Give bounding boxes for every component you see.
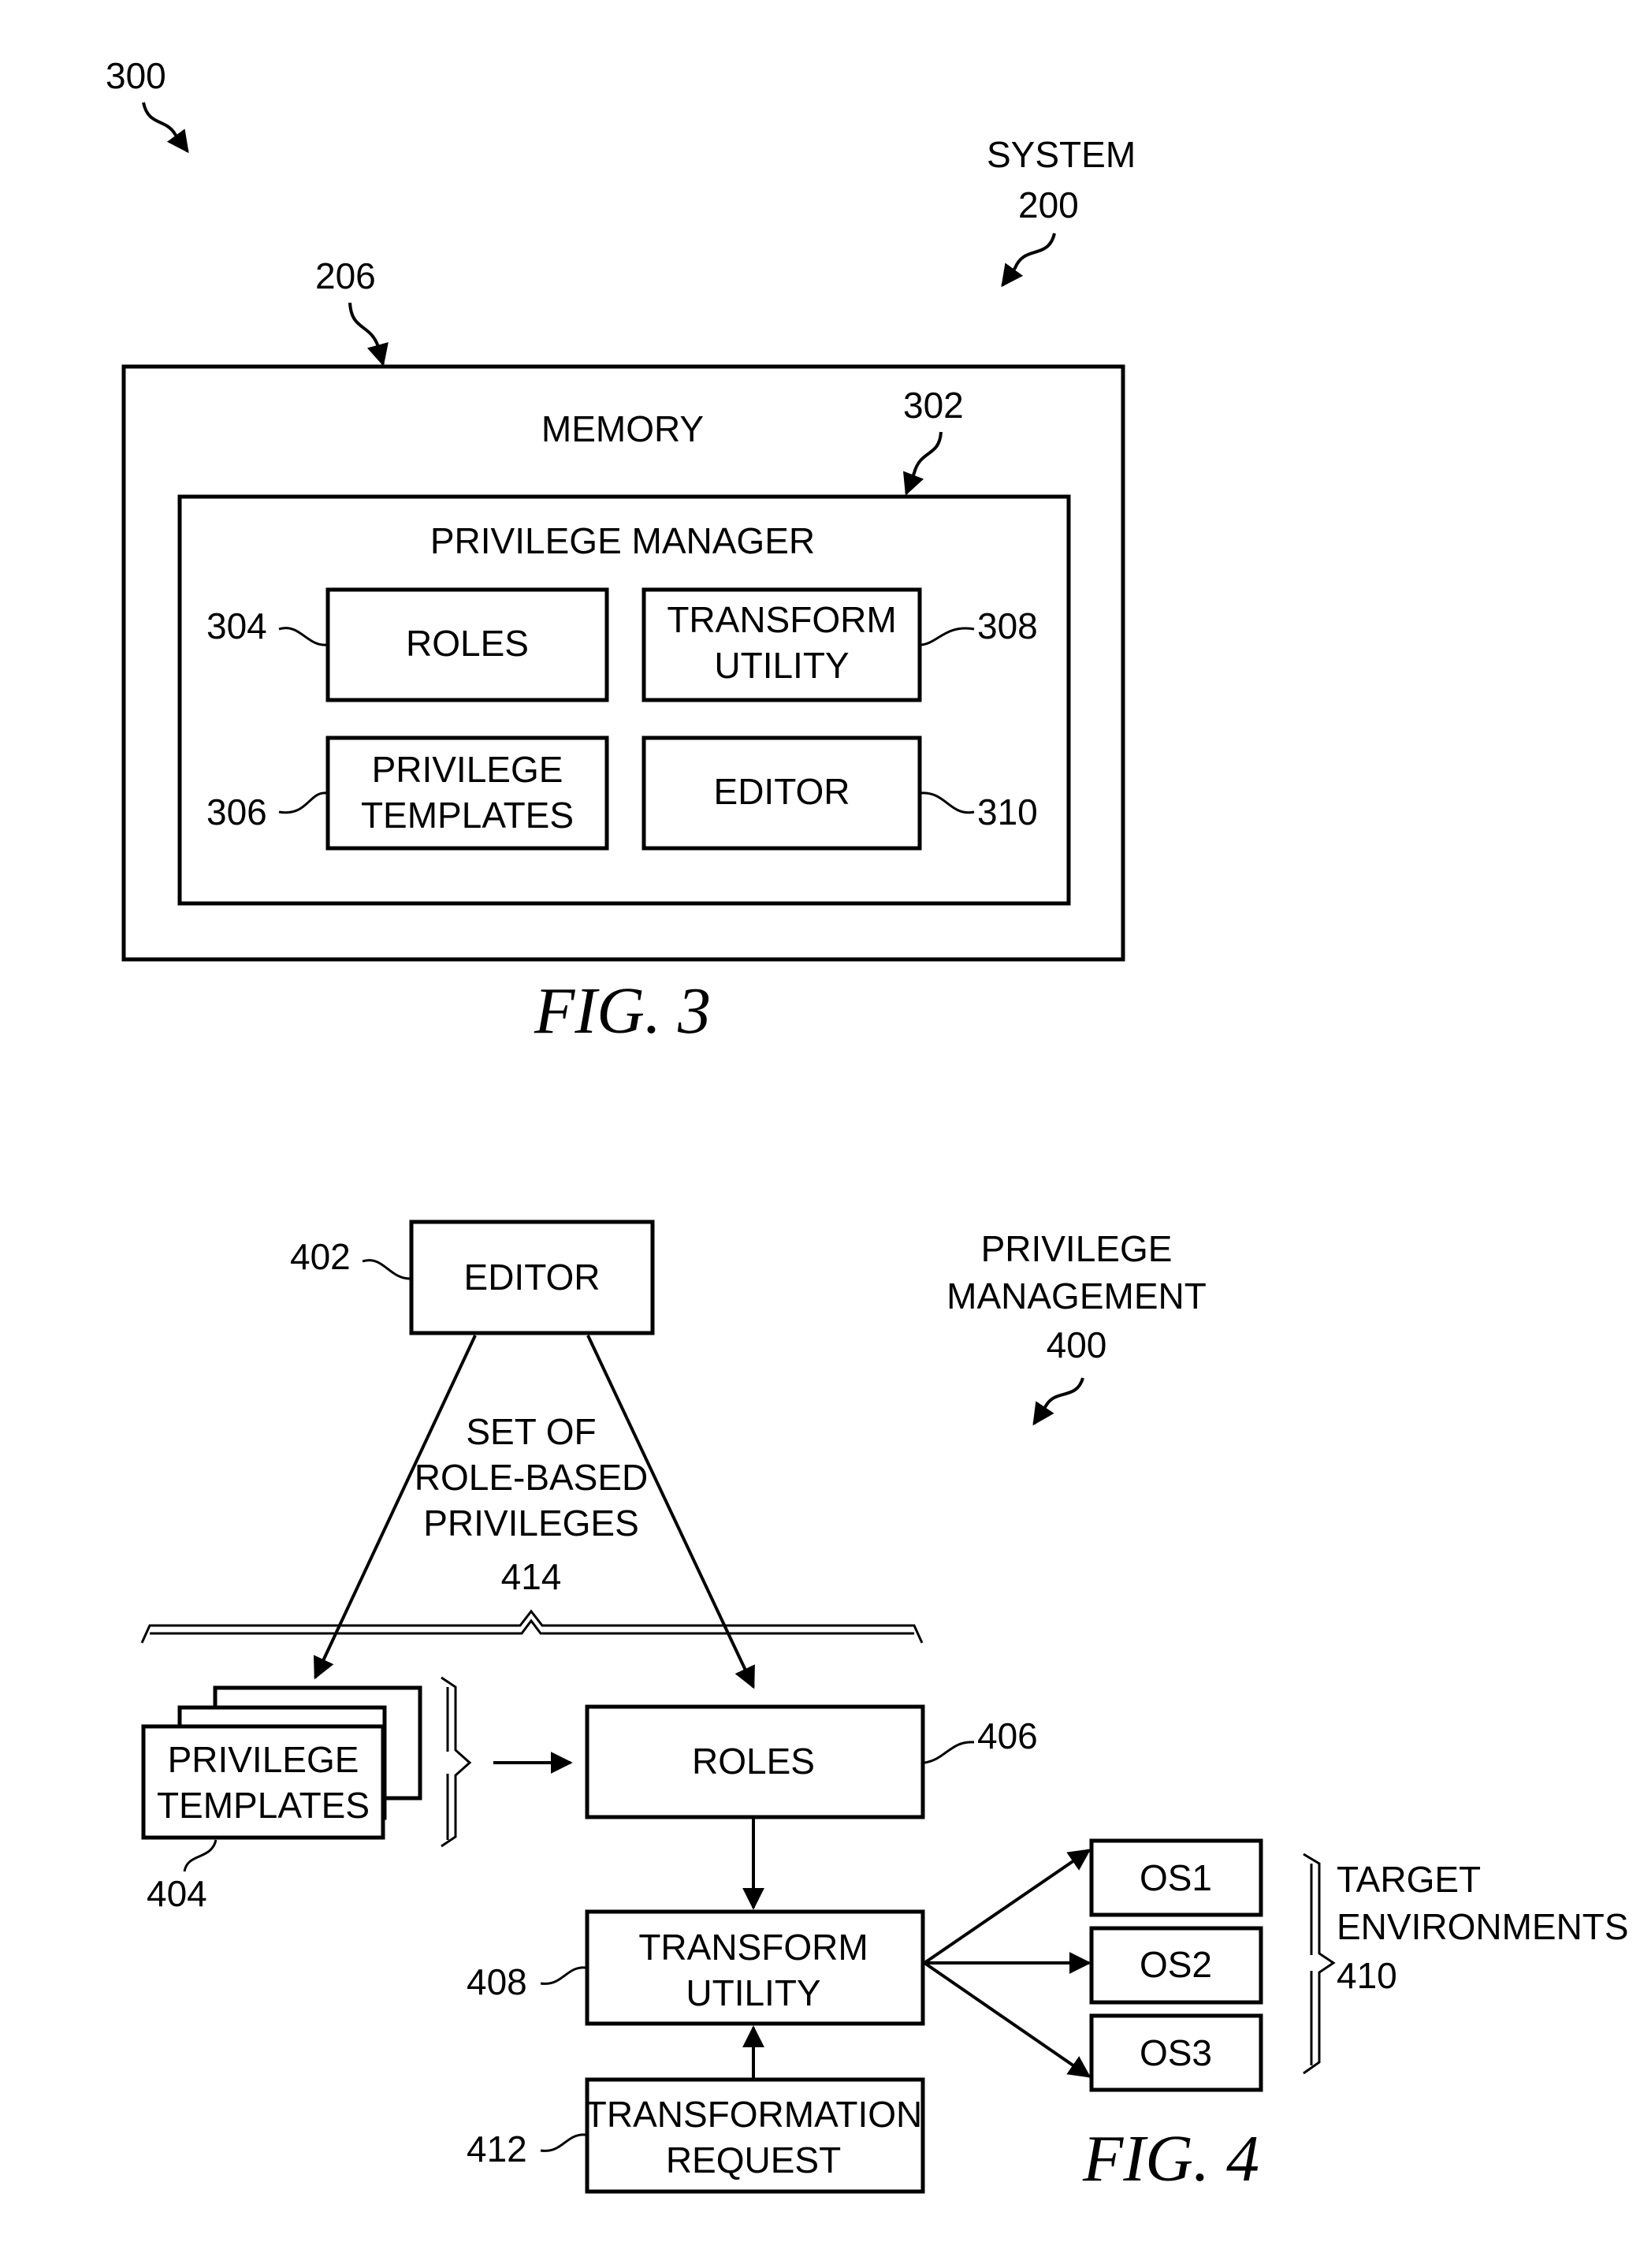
fig4-editor-leader (362, 1259, 411, 1280)
set-brace-inner (150, 1618, 914, 1635)
fig4-request-line1: TRANSFORMATION (585, 2094, 922, 2135)
fig3-templates-line2: TEMPLATES (361, 795, 574, 836)
patent-drawing: 300 SYSTEM 200 206 MEMORY 302 PRIVILEGE … (106, 55, 1629, 2195)
memory-ref: 206 (315, 255, 376, 296)
fig4-request-line2: REQUEST (666, 2140, 841, 2180)
fig4-transform-ref: 408 (467, 1961, 527, 2002)
fig4-roles-ref: 406 (977, 1715, 1038, 1756)
fig4-templates-ref: 404 (147, 1873, 207, 1914)
transform-to-os1-arrow (923, 1849, 1091, 1964)
fig4-templates-line2: TEMPLATES (157, 1785, 370, 1826)
target-brace (1303, 1853, 1336, 2075)
fig3-roles-ref: 304 (206, 605, 267, 646)
memory-ref-arrow (348, 302, 389, 367)
fig4-caption: FIG. 4 (1082, 2122, 1259, 2195)
fig4-transform-line1: TRANSFORM (638, 1927, 868, 1968)
fig4-templates-line1: PRIVILEGE (168, 1739, 359, 1780)
privilege-manager-label: PRIVILEGE MANAGER (430, 520, 815, 561)
transform-to-os3-arrow (923, 1961, 1091, 2078)
system-ref: 200 (1018, 184, 1079, 225)
fig4-roles-leader (924, 1741, 975, 1764)
system-ref-arrow (1001, 233, 1056, 288)
fig4-request-leader (540, 2133, 586, 2152)
os1-label: OS1 (1140, 1857, 1212, 1898)
fig3-transform-line1: TRANSFORM (667, 599, 896, 640)
os3-label: OS3 (1140, 2032, 1212, 2073)
system-label: SYSTEM (987, 134, 1136, 175)
fig4-transform-leader (540, 1966, 586, 1985)
fig4-editor-label: EDITOR (464, 1257, 601, 1298)
set-ref: 414 (501, 1556, 562, 1597)
set-label-line1: SET OF (466, 1411, 596, 1452)
target-ref: 410 (1337, 1955, 1397, 1996)
fig3-transform-line2: UTILITY (714, 645, 849, 686)
fig3-caption: FIG. 3 (534, 974, 711, 1048)
fig4: PRIVILEGE MANAGEMENT 400 EDITOR 402 SET … (140, 1220, 1629, 2195)
fig3-templates-line1: PRIVILEGE (372, 749, 563, 790)
fig3-editor-label: EDITOR (714, 771, 850, 812)
privilege-manager-ref: 302 (903, 385, 964, 426)
fig4-editor-ref: 402 (290, 1236, 351, 1277)
fig4-roles-label: ROLES (692, 1741, 815, 1782)
fig4-title-ref: 400 (1047, 1324, 1107, 1365)
fig4-transform-line2: UTILITY (686, 1972, 820, 2013)
templates-brace (441, 1676, 472, 1848)
set-brace (140, 1609, 924, 1644)
fig3-roles-label: ROLES (406, 623, 529, 664)
memory-label: MEMORY (541, 408, 704, 449)
fig4-templates-leader (183, 1839, 218, 1872)
fig4-title-ref-arrow (1032, 1377, 1084, 1426)
fig3-templates-ref: 306 (206, 791, 267, 832)
fig3: 300 SYSTEM 200 206 MEMORY 302 PRIVILEGE … (106, 55, 1136, 1048)
target-line1: TARGET (1337, 1859, 1481, 1900)
fig4-request-ref: 412 (467, 2128, 527, 2169)
fig3-ref-300-arrow (142, 102, 189, 154)
fig3-editor-ref: 310 (977, 791, 1038, 832)
os2-label: OS2 (1140, 1944, 1212, 1985)
fig3-transform-ref: 308 (977, 605, 1038, 646)
fig4-title-line1: PRIVILEGE (981, 1228, 1173, 1269)
fig4-title-line2: MANAGEMENT (946, 1276, 1207, 1316)
set-label-line2: ROLE-BASED (415, 1457, 649, 1498)
set-label-line3: PRIVILEGES (423, 1503, 639, 1544)
target-line2: ENVIRONMENTS (1337, 1906, 1629, 1947)
fig3-ref-300: 300 (106, 55, 166, 96)
